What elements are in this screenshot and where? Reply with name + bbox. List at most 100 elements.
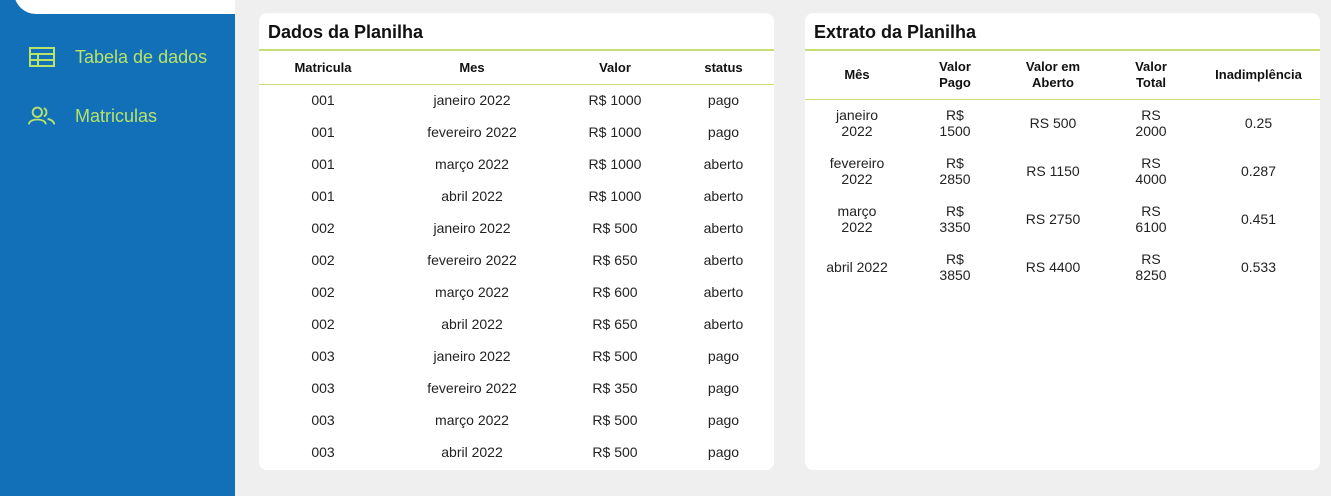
cell-status: aberto — [703, 252, 744, 268]
cell-valor-pago: R$ 3850 — [939, 251, 971, 283]
table-icon — [28, 46, 56, 68]
cell-matricula: 001 — [311, 188, 335, 204]
cell-mes: janeiro 2022 — [433, 220, 511, 236]
column-header: Matricula — [294, 59, 352, 75]
cell-inadimplencia: 0.451 — [1240, 211, 1277, 227]
table-row: 003 fevereiro 2022 R$ 350 pago — [259, 372, 774, 404]
cell-valor: R$ 500 — [592, 412, 638, 428]
cell-inadimplencia: 0.25 — [1244, 115, 1273, 132]
cell-valor-total: RS 4000 — [1135, 155, 1167, 187]
cell-status: aberto — [703, 156, 744, 172]
column-header: Mes — [459, 59, 485, 75]
cell-valor: R$ 1000 — [588, 92, 642, 109]
extrato-card: Extrato da Planilha Mês Valor Pago Valor… — [805, 13, 1320, 470]
table-row: 002 janeiro 2022 R$ 500 aberto — [259, 212, 774, 244]
column-header: Mês — [844, 66, 870, 82]
dados-title: Dados da Planilha — [259, 13, 774, 51]
cell-valor-pago: R$ 2850 — [939, 155, 971, 187]
cell-mes: fevereiro 2022 — [427, 252, 517, 268]
cell-matricula: 002 — [311, 284, 335, 300]
cell-valor-pago: R$ 1500 — [939, 107, 971, 140]
cell-valor-total: RS 8250 — [1135, 251, 1167, 283]
table-row: 003 março 2022 R$ 500 pago — [259, 404, 774, 436]
column-header: status — [704, 59, 743, 75]
table-row: 002 fevereiro 2022 R$ 650 aberto — [259, 244, 774, 276]
cell-mes: janeiro 2022 — [433, 92, 511, 109]
cell-status: pago — [707, 444, 740, 460]
column-header: Valor em Aberto — [1025, 58, 1081, 90]
cell-valor-pago: R$ 3350 — [939, 203, 971, 235]
cell-matricula: 001 — [311, 92, 335, 109]
cell-mes: abril 2022 — [441, 444, 503, 460]
cell-valor-aberto: RS 4400 — [1025, 259, 1081, 275]
cell-mes: março 2022 — [435, 284, 509, 300]
column-header: Inadimplência — [1215, 66, 1302, 82]
cell-mes: janeiro 2022 — [835, 107, 879, 140]
dados-table: Matricula Mes Valor status 001 janeiro 2… — [259, 51, 774, 468]
column-header: Valor Total — [1135, 58, 1167, 90]
cell-status: pago — [707, 92, 740, 109]
cell-inadimplencia: 0.533 — [1240, 259, 1277, 275]
cell-mes: março 2022 — [837, 203, 877, 235]
column-header: Valor Pago — [939, 58, 971, 90]
users-icon — [28, 105, 56, 127]
cell-valor-aberto: RS 2750 — [1025, 211, 1081, 227]
extrato-title: Extrato da Planilha — [805, 13, 1320, 51]
cell-matricula: 001 — [311, 124, 335, 140]
cell-valor: R$ 1000 — [588, 124, 642, 140]
cell-status: aberto — [703, 188, 744, 204]
cell-valor: R$ 350 — [592, 380, 638, 396]
cell-mes: março 2022 — [435, 156, 509, 172]
cell-mes: fevereiro 2022 — [829, 155, 885, 187]
cell-status: aberto — [703, 284, 744, 300]
cell-matricula: 002 — [311, 316, 335, 332]
sidebar: Tabela de dados Matriculas — [0, 0, 235, 496]
cell-status: aberto — [703, 220, 744, 236]
cell-matricula: 002 — [311, 220, 335, 236]
sidebar-header-card — [14, 0, 235, 14]
table-row: 001 janeiro 2022 R$ 1000 pago — [259, 84, 774, 116]
cell-valor: R$ 1000 — [588, 156, 642, 172]
cell-valor: R$ 500 — [592, 444, 638, 460]
table-row: março 2022 R$ 3350 RS 2750 RS 6100 0.451 — [805, 195, 1320, 243]
cell-status: pago — [707, 412, 740, 428]
table-row: 002 março 2022 R$ 600 aberto — [259, 276, 774, 308]
cell-mes: abril 2022 — [826, 259, 888, 275]
cell-matricula: 003 — [311, 348, 335, 364]
table-row: 003 abril 2022 R$ 500 pago — [259, 436, 774, 468]
cell-status: aberto — [703, 316, 744, 332]
sidebar-item-matriculas[interactable]: Matriculas — [28, 105, 157, 127]
cell-valor-total: RS 2000 — [1135, 107, 1167, 140]
table-header-row: Matricula Mes Valor status — [259, 51, 774, 84]
table-header-row: Mês Valor Pago Valor em Aberto Valor Tot… — [805, 51, 1320, 99]
table-row: 001 março 2022 R$ 1000 aberto — [259, 148, 774, 180]
cell-mes: abril 2022 — [441, 188, 503, 204]
cell-valor: R$ 650 — [592, 252, 638, 268]
cell-matricula: 003 — [311, 412, 335, 428]
sidebar-item-tabela-de-dados[interactable]: Tabela de dados — [28, 46, 207, 68]
cell-valor-total: RS 6100 — [1135, 203, 1167, 235]
dados-card: Dados da Planilha Matricula Mes Valor st… — [259, 13, 774, 470]
cell-matricula: 003 — [311, 444, 335, 460]
sidebar-item-label: Tabela de dados — [75, 46, 208, 67]
cell-status: pago — [707, 380, 740, 396]
table-row: abril 2022 R$ 3850 RS 4400 RS 8250 0.533 — [805, 243, 1320, 291]
table-row: 001 fevereiro 2022 R$ 1000 pago — [259, 116, 774, 148]
table-row: 001 abril 2022 R$ 1000 aberto — [259, 180, 774, 212]
table-row: 003 janeiro 2022 R$ 500 pago — [259, 340, 774, 372]
table-row: 002 abril 2022 R$ 650 aberto — [259, 308, 774, 340]
cell-inadimplencia: 0.287 — [1240, 163, 1277, 179]
cell-status: pago — [707, 124, 740, 140]
extrato-table: Mês Valor Pago Valor em Aberto Valor Tot… — [805, 51, 1320, 291]
cell-matricula: 001 — [311, 156, 335, 172]
table-row: janeiro 2022 R$ 1500 RS 500 RS 2000 0.25 — [805, 99, 1320, 147]
cell-mes: fevereiro 2022 — [427, 124, 517, 140]
cell-mes: abril 2022 — [441, 316, 503, 332]
cell-valor: R$ 600 — [592, 284, 638, 300]
cell-mes: fevereiro 2022 — [427, 380, 517, 396]
table-row: fevereiro 2022 R$ 2850 RS 1150 RS 4000 0… — [805, 147, 1320, 195]
cell-valor: R$ 500 — [592, 220, 638, 236]
cell-valor: R$ 500 — [592, 348, 638, 364]
cell-mes: março 2022 — [435, 412, 509, 428]
cell-valor-aberto: RS 1150 — [1026, 163, 1080, 179]
